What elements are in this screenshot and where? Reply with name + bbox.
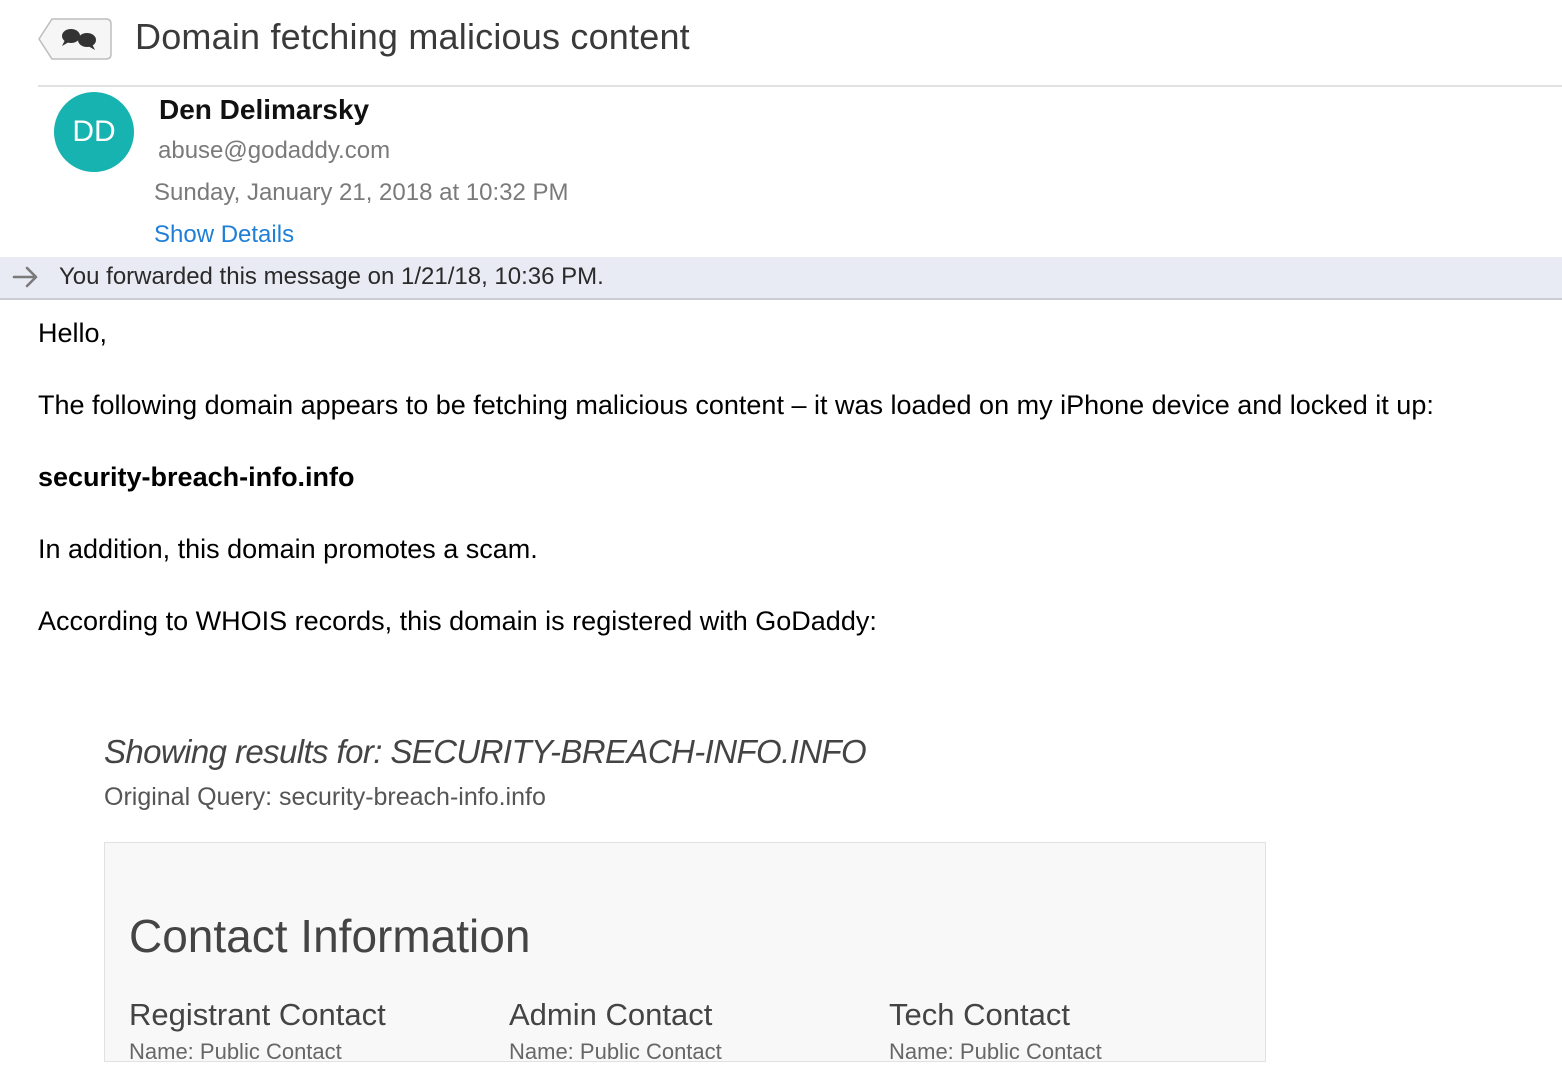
tech-contact-heading: Tech Contact	[889, 997, 1070, 1032]
conversation-button[interactable]	[38, 18, 112, 60]
body-paragraph-3: According to WHOIS records, this domain …	[38, 606, 877, 636]
forwarded-text: You forwarded this message on 1/21/18, 1…	[59, 263, 604, 290]
sender-name: Den Delimarsky	[159, 94, 370, 125]
whois-results-title: Showing results for: SECURITY-BREACH-INF…	[104, 733, 867, 770]
registrant-contact-name: Name: Public Contact	[129, 1039, 342, 1064]
speech-bubbles-icon	[38, 18, 112, 60]
admin-contact-name: Name: Public Contact	[509, 1039, 722, 1064]
registrant-contact-heading: Registrant Contact	[129, 997, 386, 1032]
admin-contact-heading: Admin Contact	[509, 997, 713, 1032]
contact-information-panel: Contact Information Registrant Contact A…	[104, 842, 1266, 1064]
sender-email: abuse@godaddy.com	[158, 137, 391, 164]
body-paragraph-1: The following domain appears to be fetch…	[38, 390, 1434, 420]
message-subject: Domain fetching malicious content	[135, 16, 690, 57]
reported-domain: security-breach-info.info	[38, 462, 355, 492]
whois-original-query: Original Query: security-breach-info.inf…	[104, 783, 546, 811]
forwarded-banner: You forwarded this message on 1/21/18, 1…	[0, 257, 1562, 300]
title-divider	[38, 85, 1562, 87]
sent-date: Sunday, January 21, 2018 at 10:32 PM	[154, 179, 569, 206]
title-bar: Domain fetching malicious content	[0, 0, 1562, 87]
contact-information-heading: Contact Information	[129, 910, 531, 962]
tech-contact-name: Name: Public Contact	[889, 1039, 1102, 1064]
avatar: DD	[54, 92, 134, 172]
body-paragraph-2: In addition, this domain promotes a scam…	[38, 534, 538, 564]
greeting: Hello,	[38, 318, 108, 348]
forward-arrow-icon	[12, 266, 38, 288]
show-details-link[interactable]: Show Details	[154, 221, 294, 249]
